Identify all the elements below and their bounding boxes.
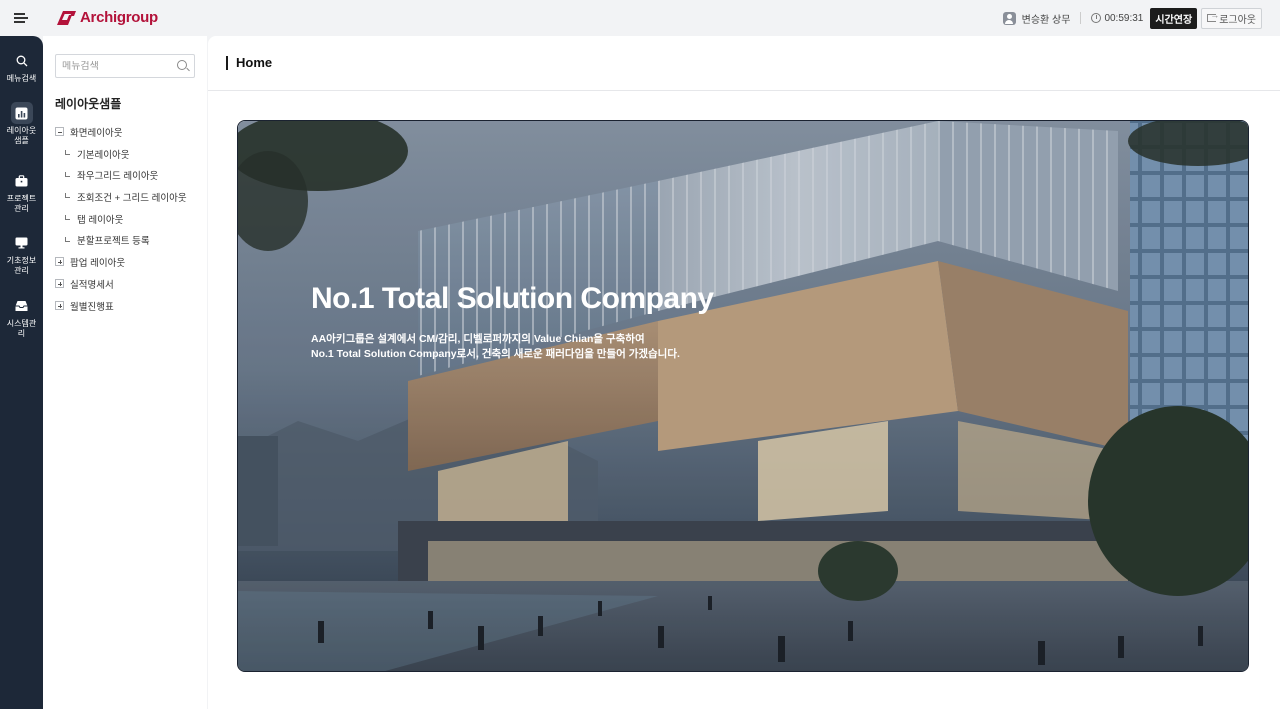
inbox-icon — [15, 301, 28, 311]
search-icon — [16, 55, 27, 67]
branch-icon — [65, 236, 70, 242]
nav-rail: 메뉴검색 레이아웃 샘플 프로젝트 관리 기초정보 관리 시스템관 리 — [0, 36, 43, 709]
tree-node-label: 월별진행표 — [70, 301, 114, 313]
tree-item-tab-layout[interactable]: 탭 레이아웃 — [55, 211, 205, 226]
menu-search-input[interactable] — [62, 60, 172, 72]
rail-item-layout-sample[interactable]: 레이아웃 샘플 — [0, 102, 43, 146]
tree-item-label: 조회조건 + 그리드 레이아웃 — [77, 192, 187, 204]
chart-icon — [15, 107, 28, 119]
user-area: 변승환 상무 00:59:31 시간연장 로그아웃 — [1002, 7, 1262, 29]
tree-item-lr-grid-layout[interactable]: 좌우그리드 레이아웃 — [55, 168, 205, 183]
page-header: Home — [208, 36, 1280, 91]
logo-text: Archigroup — [80, 9, 158, 26]
tree-item-label: 기본레이아웃 — [77, 149, 130, 161]
rail-item-project-management[interactable]: 프로젝트 관리 — [0, 170, 43, 214]
monitor-icon — [15, 237, 28, 249]
rail-label: 시스템관 리 — [6, 319, 37, 338]
search-icon[interactable] — [177, 60, 187, 70]
extend-session-button[interactable]: 시간연장 — [1150, 7, 1198, 29]
timer-icon — [1091, 13, 1102, 23]
tree-node-popup-layout[interactable]: 팝업 레이아웃 — [55, 254, 205, 269]
divider — [1080, 12, 1082, 24]
top-bar: Archigroup 변승환 상무 00:59:31 시간연장 로그아웃 — [0, 0, 1280, 36]
tree-item-basic-layout[interactable]: 기본레이아웃 — [55, 146, 205, 161]
rail-item-menu-search[interactable]: 메뉴검색 — [0, 50, 43, 84]
expand-icon[interactable] — [55, 257, 64, 267]
tree-item-label: 좌우그리드 레이아웃 — [77, 171, 159, 183]
user-name: 변승환 상무 — [1021, 14, 1071, 26]
tree-node-label: 실적명세서 — [70, 279, 114, 291]
sidebar: 레이아웃샘플 화면레이아웃 기본레이아웃 좌우그리드 레이아웃 조회조건 + 그… — [43, 36, 207, 709]
logout-icon — [1207, 10, 1219, 22]
collapse-icon[interactable] — [55, 127, 64, 136]
building-illustration — [238, 121, 1248, 671]
hero-line-1: AA아키그룹은 설계에서 CM/감리, 디벨로퍼까지의 Value Chian을… — [311, 333, 645, 345]
tree-item-split-project[interactable]: 분할프로젝트 등록 — [55, 233, 205, 248]
rail-item-base-info[interactable]: 기초정보 관리 — [0, 232, 43, 276]
session-timer: 00:59:31 — [1104, 12, 1144, 24]
menu-toggle-icon[interactable] — [14, 10, 30, 26]
logout-button[interactable]: 로그아웃 — [1201, 7, 1262, 29]
briefcase-icon — [15, 175, 28, 187]
rail-item-system-management[interactable]: 시스템관 리 — [0, 295, 43, 339]
rail-label: 레이아웃 샘플 — [6, 126, 37, 145]
logo-mark-icon — [57, 11, 76, 25]
hero-banner: No.1 Total Solution Company AA아키그룹은 설계에서… — [237, 120, 1249, 672]
tree-item-search-grid-layout[interactable]: 조회조건 + 그리드 레이아웃 — [55, 189, 205, 204]
branch-icon — [65, 150, 70, 155]
menu-tree: 화면레이아웃 기본레이아웃 좌우그리드 레이아웃 조회조건 + 그리드 레이아웃… — [55, 124, 205, 320]
logout-label: 로그아웃 — [1219, 14, 1256, 26]
tree-node-label: 화면레이아웃 — [70, 127, 123, 139]
title-accent-bar — [226, 56, 228, 70]
tree-node-monthly-progress[interactable]: 월별진행표 — [55, 298, 205, 313]
main-content: Home No.1 Total Solution Company AA아키그룹은… — [208, 36, 1280, 709]
tree-node-label: 팝업 레이아웃 — [70, 257, 126, 269]
branch-icon — [65, 171, 70, 177]
sidebar-title: 레이아웃샘플 — [55, 97, 122, 111]
tree-node-performance-statement[interactable]: 실적명세서 — [55, 276, 205, 291]
branch-icon — [65, 215, 70, 221]
expand-icon[interactable] — [55, 301, 64, 311]
expand-icon[interactable] — [55, 279, 64, 289]
tree-item-label: 분할프로젝트 등록 — [77, 236, 150, 248]
menu-search-box[interactable] — [55, 54, 195, 78]
branch-icon — [65, 193, 70, 199]
page-title: Home — [236, 55, 273, 70]
user-icon — [1002, 11, 1016, 25]
rail-label: 기초정보 관리 — [6, 256, 37, 275]
hero-headline: No.1 Total Solution Company — [311, 282, 714, 315]
rail-label: 메뉴검색 — [6, 74, 37, 83]
tree-node-screen-layout[interactable]: 화면레이아웃 — [55, 124, 205, 139]
hero-description: AA아키그룹은 설계에서 CM/감리, 디벨로퍼까지의 Value Chian을… — [311, 332, 680, 362]
hero-line-2: No.1 Total Solution Company로서, 건축의 새로운 패… — [311, 348, 680, 360]
logo[interactable]: Archigroup — [56, 9, 158, 26]
rail-label: 프로젝트 관리 — [6, 194, 37, 213]
tree-item-label: 탭 레이아웃 — [77, 214, 124, 226]
